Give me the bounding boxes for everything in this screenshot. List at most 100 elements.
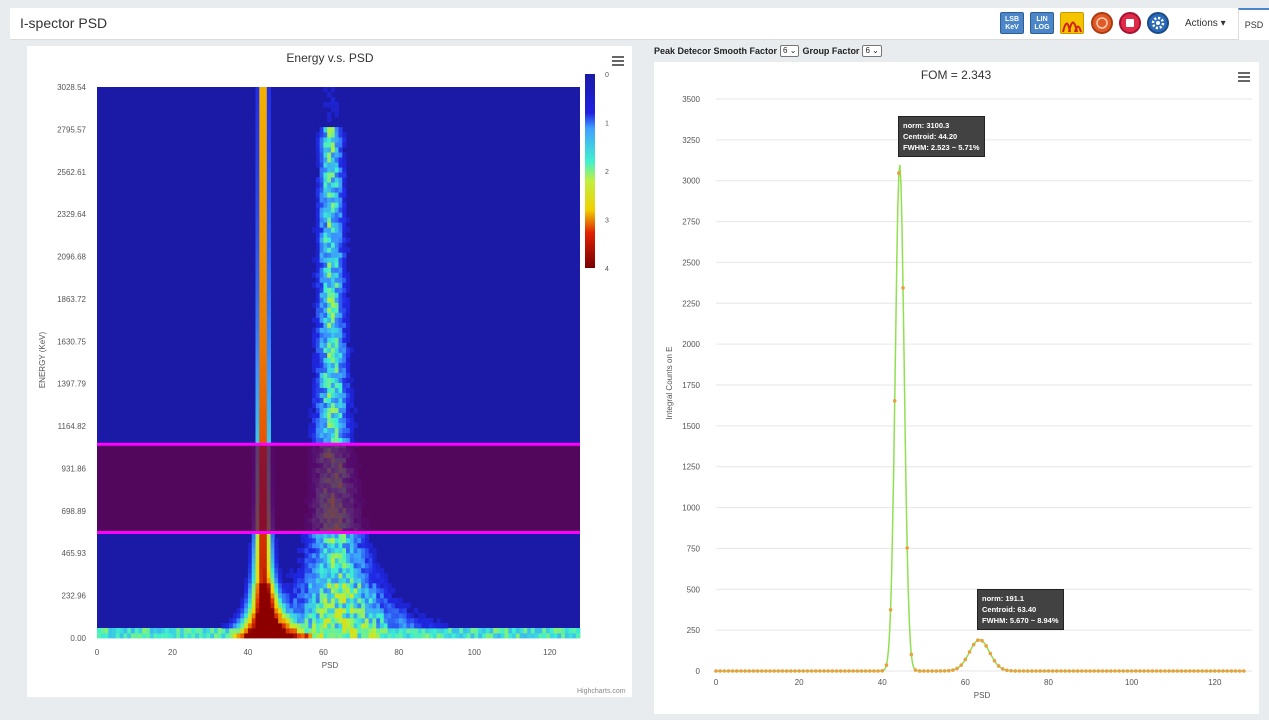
fom-data-point[interactable] — [722, 669, 727, 673]
fom-data-point[interactable] — [955, 666, 959, 671]
fom-data-point[interactable] — [980, 638, 984, 643]
fom-data-point[interactable] — [872, 669, 876, 673]
fom-data-point[interactable] — [1125, 669, 1130, 673]
fom-data-point[interactable] — [730, 669, 735, 673]
fom-data-point[interactable] — [880, 668, 885, 673]
fom-data-point[interactable] — [1138, 669, 1142, 673]
fom-data-point[interactable] — [1030, 669, 1034, 673]
fom-data-point[interactable] — [1100, 669, 1105, 673]
fom-data-point[interactable] — [884, 663, 889, 668]
fom-data-point[interactable] — [876, 669, 880, 673]
fom-data-point[interactable] — [1133, 669, 1138, 673]
fom-data-point[interactable] — [714, 669, 718, 673]
fom-data-point[interactable] — [1050, 669, 1055, 673]
fom-data-point[interactable] — [996, 664, 1001, 668]
fom-data-point[interactable] — [1104, 669, 1109, 673]
fom-data-point[interactable] — [992, 658, 997, 663]
fom-data-point[interactable] — [867, 669, 872, 673]
fom-data-point[interactable] — [1013, 669, 1018, 673]
fom-data-point[interactable] — [822, 669, 826, 673]
fom-data-point[interactable] — [1208, 669, 1213, 673]
fom-data-point[interactable] — [1154, 669, 1159, 673]
fom-data-point[interactable] — [942, 669, 947, 673]
fom-data-point[interactable] — [1079, 669, 1084, 673]
fom-data-point[interactable] — [797, 669, 801, 673]
fom-data-point[interactable] — [1204, 669, 1209, 673]
fom-data-point[interactable] — [805, 669, 810, 673]
fom-data-point[interactable] — [1167, 669, 1171, 673]
fom-data-point[interactable] — [1163, 669, 1167, 673]
fom-data-point[interactable] — [905, 546, 909, 550]
fom-data-point[interactable] — [1129, 669, 1134, 673]
fom-data-point[interactable] — [1212, 669, 1217, 673]
fom-data-point[interactable] — [946, 668, 951, 673]
fom-data-point[interactable] — [1146, 669, 1151, 673]
fom-data-point[interactable] — [951, 668, 955, 672]
fom-data-point[interactable] — [1158, 669, 1163, 673]
fom-data-point[interactable] — [747, 669, 752, 673]
fom-data-point[interactable] — [926, 669, 930, 673]
fom-data-point[interactable] — [909, 652, 914, 657]
fom-data-point[interactable] — [888, 607, 893, 612]
fom-data-point[interactable] — [913, 668, 918, 672]
fom-data-point[interactable] — [863, 669, 868, 673]
fom-data-point[interactable] — [1225, 669, 1230, 673]
fom-data-point[interactable] — [1005, 668, 1009, 673]
fom-data-point[interactable] — [780, 669, 785, 673]
fom-data-point[interactable] — [1188, 669, 1192, 673]
fom-data-point[interactable] — [764, 669, 768, 673]
fom-data-point[interactable] — [813, 669, 818, 673]
fom-data-point[interactable] — [1063, 669, 1067, 673]
fom-data-point[interactable] — [1179, 669, 1184, 673]
fom-data-point[interactable] — [751, 669, 756, 673]
fom-data-point[interactable] — [938, 669, 943, 673]
fom-data-point[interactable] — [917, 669, 922, 673]
fom-data-point[interactable] — [851, 669, 855, 673]
fom-data-point[interactable] — [1117, 669, 1121, 673]
fom-data-point[interactable] — [855, 669, 860, 673]
fom-data-point[interactable] — [1113, 669, 1117, 673]
fom-data-point[interactable] — [1017, 669, 1022, 673]
fom-data-point[interactable] — [963, 657, 968, 662]
fom-data-point[interactable] — [784, 669, 789, 673]
fom-data-point[interactable] — [1021, 669, 1026, 673]
fom-data-point[interactable] — [726, 669, 731, 673]
fom-data-point[interactable] — [967, 650, 972, 654]
fom-data-point[interactable] — [834, 669, 839, 673]
fom-data-point[interactable] — [892, 399, 897, 403]
fom-data-point[interactable] — [743, 669, 747, 673]
fom-data-point[interactable] — [1092, 669, 1097, 673]
fom-data-point[interactable] — [1046, 669, 1051, 673]
fom-data-point[interactable] — [1183, 669, 1188, 673]
fom-data-point[interactable] — [1034, 669, 1038, 673]
fom-data-point[interactable] — [1059, 669, 1063, 673]
fom-data-point[interactable] — [776, 669, 781, 673]
fom-data-point[interactable] — [1009, 668, 1013, 673]
fom-data-point[interactable] — [897, 171, 901, 175]
fom-data-point[interactable] — [988, 651, 993, 656]
fom-data-point[interactable] — [768, 669, 772, 673]
fom-data-point[interactable] — [843, 669, 847, 673]
fom-data-point[interactable] — [1109, 669, 1113, 673]
fom-data-point[interactable] — [826, 669, 831, 673]
fom-data-point[interactable] — [1229, 669, 1234, 673]
fom-data-point[interactable] — [789, 669, 793, 673]
fom-data-point[interactable] — [1042, 669, 1047, 673]
fom-data-point[interactable] — [971, 642, 976, 647]
fom-data-point[interactable] — [1217, 669, 1221, 673]
fom-data-point[interactable] — [959, 663, 964, 667]
fom-data-point[interactable] — [718, 669, 722, 673]
fom-data-point[interactable] — [1142, 669, 1146, 673]
fom-data-point[interactable] — [1237, 669, 1242, 673]
fom-data-point[interactable] — [976, 638, 980, 642]
fom-data-point[interactable] — [930, 669, 934, 673]
fom-data-point[interactable] — [1088, 669, 1092, 673]
fom-data-point[interactable] — [1121, 669, 1126, 673]
fom-data-point[interactable] — [1096, 669, 1101, 673]
fom-data-point[interactable] — [734, 669, 739, 673]
fom-data-point[interactable] — [739, 669, 743, 673]
fom-data-point[interactable] — [901, 286, 905, 290]
fom-data-point[interactable] — [934, 669, 939, 673]
fom-data-point[interactable] — [1175, 669, 1180, 673]
fom-data-point[interactable] — [830, 669, 835, 673]
